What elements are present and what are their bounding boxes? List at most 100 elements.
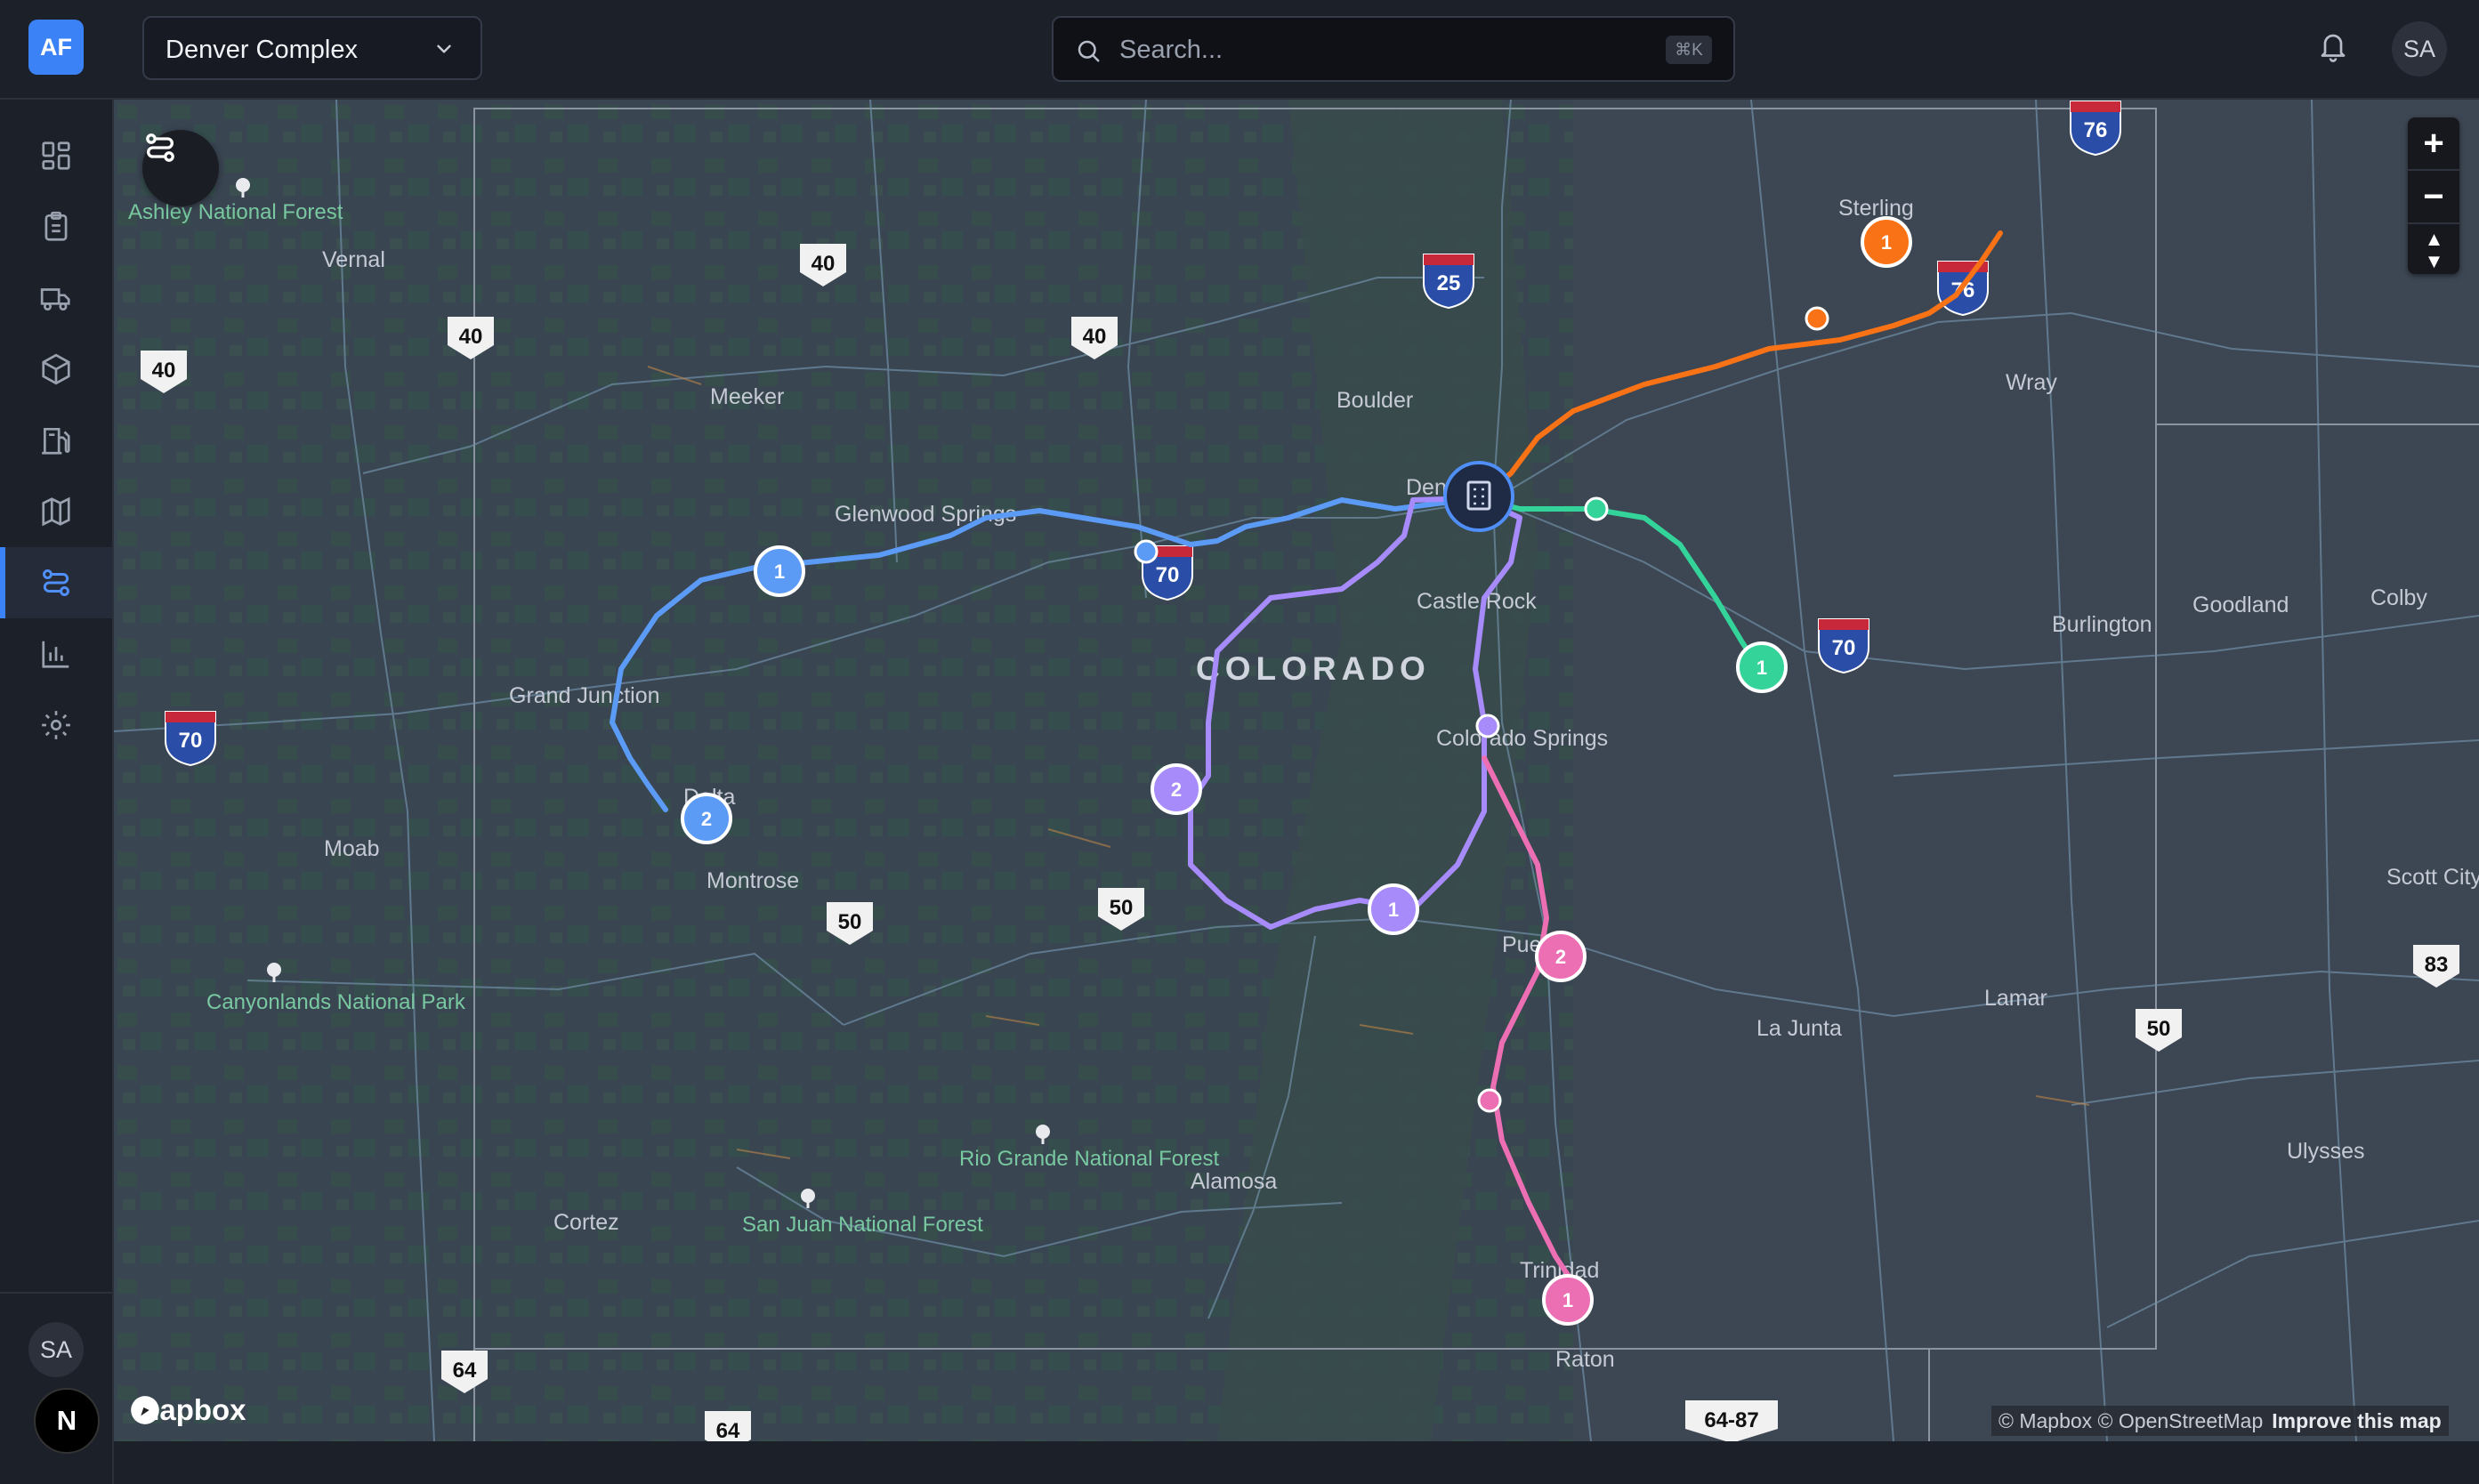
map-attribution: © Mapbox © OpenStreetMap Improve this ma…	[1991, 1406, 2449, 1436]
plains-terrain	[1573, 100, 2479, 1441]
chevron-down-icon	[437, 44, 451, 53]
svg-text:1: 1	[774, 561, 785, 583]
sidebar-item-dashboard[interactable]	[0, 120, 112, 191]
svg-text:1: 1	[1388, 899, 1399, 921]
search-input[interactable]: Search...	[1119, 36, 1223, 65]
svg-text:25: 25	[1437, 271, 1461, 295]
green-stop-marker: 1	[1736, 641, 1788, 693]
svg-text:64-87: 64-87	[1704, 1408, 1758, 1432]
interstate-shield: 25	[1423, 254, 1474, 310]
pink-stop-marker: 2	[1535, 931, 1587, 982]
fuel-pump-icon	[42, 427, 70, 455]
svg-text:2: 2	[1171, 778, 1182, 801]
city-label: Cortez	[553, 1210, 619, 1235]
zoom-out-button[interactable]: −	[2408, 171, 2459, 222]
purple-stop-marker: 2	[1151, 763, 1202, 815]
user-avatar[interactable]: SA	[2392, 21, 2447, 77]
bell-icon[interactable]	[2317, 28, 2349, 64]
dev-badge[interactable]: N	[34, 1388, 100, 1454]
improve-map-link[interactable]: Improve this map	[2272, 1409, 2441, 1433]
svg-text:70: 70	[1832, 636, 1856, 660]
city-label: Colby	[2370, 585, 2427, 610]
pink-stop-marker: 1	[1542, 1274, 1594, 1326]
city-label: Colorado Springs	[1436, 726, 1608, 751]
forest-label: Ashley National Forest	[128, 200, 343, 224]
city-label: La Junta	[1756, 1016, 1842, 1041]
route-filter-button[interactable]	[142, 130, 219, 206]
green-waypoint	[1584, 496, 1609, 521]
blue-stop-marker: 2	[681, 793, 732, 844]
truck-icon	[40, 288, 70, 311]
city-label: Boulder	[1336, 388, 1413, 413]
depot-marker	[1443, 461, 1514, 532]
state-label: COLORADO	[1196, 650, 1431, 687]
sidebar: SA N	[0, 100, 114, 1484]
us-highway-shield: 64	[705, 1411, 751, 1441]
sidebar-item-inventory[interactable]	[0, 334, 112, 405]
sidebar-item-routes[interactable]	[0, 547, 112, 618]
city-label: Raton	[1555, 1347, 1615, 1372]
city-label: Vernal	[322, 247, 385, 272]
compass-button[interactable]: ▲▼	[2408, 224, 2459, 276]
city-label: Wray	[2006, 370, 2057, 395]
city-label: Grand Junction	[509, 683, 660, 708]
svg-text:1: 1	[1881, 231, 1892, 254]
svg-text:50: 50	[2147, 1017, 2171, 1041]
complex-select[interactable]: Denver Complex	[142, 16, 482, 80]
mapbox-logo[interactable]: mapbox	[128, 1393, 246, 1427]
bottom-strip	[114, 1441, 2479, 1484]
forest-label: Canyonlands National Park	[206, 990, 466, 1014]
sidebar-item-orders[interactable]	[0, 191, 112, 262]
top-bar: AF Denver Complex Search... ⌘K SA	[0, 0, 2479, 100]
bar-chart-icon	[42, 641, 69, 668]
svg-text:64: 64	[716, 1419, 740, 1441]
city-label: Montrose	[707, 868, 799, 893]
svg-text:40: 40	[152, 359, 176, 383]
blue-waypoint	[1134, 539, 1159, 564]
sidebar-item-analytics[interactable]	[0, 618, 112, 690]
svg-text:83: 83	[2425, 953, 2449, 977]
city-label: Ulysses	[2287, 1139, 2365, 1164]
svg-text:2: 2	[701, 808, 712, 830]
route-filter-icon	[146, 133, 174, 162]
orange-waypoint	[1805, 306, 1829, 331]
map-canvas: Vernal Meeker Glenwood Springs Grand Jun…	[114, 100, 2479, 1441]
svg-text:1: 1	[1562, 1289, 1573, 1311]
svg-text:64: 64	[453, 1359, 477, 1383]
route-map[interactable]: Vernal Meeker Glenwood Springs Grand Jun…	[114, 100, 2479, 1441]
sidebar-item-fleet[interactable]	[0, 262, 112, 334]
sidebar-item-map[interactable]	[0, 476, 112, 547]
search-shortcut-badge: ⌘K	[1666, 36, 1712, 64]
city-label: Meeker	[710, 384, 784, 409]
svg-text:1: 1	[1756, 657, 1767, 679]
svg-text:50: 50	[838, 910, 862, 934]
dashboard-grid-icon	[42, 141, 70, 170]
mapbox-icon	[131, 1396, 159, 1424]
svg-text:40: 40	[459, 325, 483, 349]
svg-text:50: 50	[1110, 896, 1134, 920]
package-icon	[42, 353, 70, 385]
forest-label: Rio Grande National Forest	[959, 1147, 1219, 1171]
svg-text:40: 40	[1083, 325, 1107, 349]
city-label: Goodland	[2192, 593, 2289, 617]
search-bar[interactable]: Search... ⌘K	[1052, 16, 1735, 82]
attribution-text[interactable]: © Mapbox © OpenStreetMap	[1999, 1409, 2263, 1433]
sidebar-user-avatar[interactable]: SA	[28, 1322, 84, 1377]
sidebar-item-settings[interactable]	[0, 690, 112, 761]
route-icon	[43, 569, 69, 596]
city-label: Alamosa	[1191, 1169, 1277, 1194]
zoom-in-button[interactable]: +	[2408, 117, 2459, 169]
app-logo[interactable]: AF	[28, 20, 84, 75]
svg-text:40: 40	[812, 252, 836, 276]
clipboard-icon	[44, 211, 68, 241]
orange-stop-marker: 1	[1861, 216, 1912, 268]
city-label: Scott City	[2386, 865, 2479, 890]
purple-stop-marker: 1	[1368, 883, 1419, 935]
city-label: Lamar	[1984, 986, 2047, 1011]
sidebar-item-fuel[interactable]	[0, 405, 112, 476]
sidebar-divider	[0, 1292, 112, 1294]
complex-select-value: Denver Complex	[166, 36, 358, 64]
svg-text:2: 2	[1555, 946, 1566, 968]
svg-text:70: 70	[1156, 558, 1180, 582]
forest-label: San Juan National Forest	[742, 1213, 983, 1237]
